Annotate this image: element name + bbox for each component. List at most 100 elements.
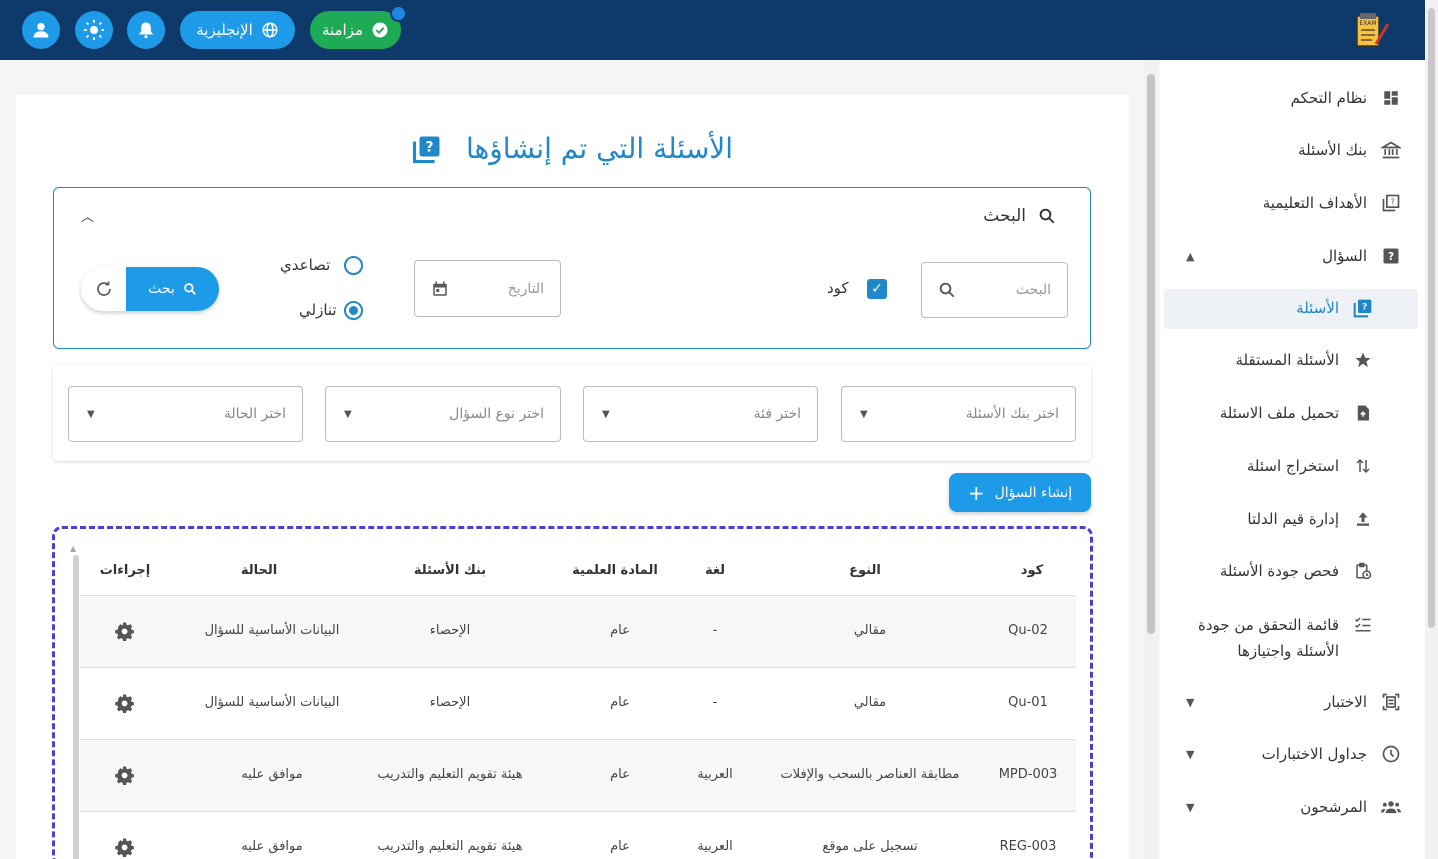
sidebar-item-quality-checklist[interactable]: قائمة التحقق من جودة الأسئلة واجتيازها bbox=[1180, 612, 1373, 664]
logo-text: EXAM bbox=[1359, 20, 1376, 27]
table-row[interactable]: Qu-01 مقالي - عام الإحصاء البيانات الأسا… bbox=[80, 667, 1076, 739]
sidebar-item-label: فحص جودة الأسئلة bbox=[1219, 562, 1339, 580]
create-question-label: إنشاء السؤال bbox=[994, 484, 1073, 501]
plus-icon: + bbox=[967, 480, 985, 505]
content-scrollbar[interactable] bbox=[1144, 60, 1158, 859]
sidebar: نظام التحكم بنك الأسئلة الأهداف التعليمي… bbox=[1160, 60, 1425, 859]
sidebar-item-question[interactable]: السؤال ? bbox=[1180, 246, 1401, 266]
cell-language: العربية bbox=[697, 767, 733, 782]
search-panel-header[interactable]: البحث bbox=[983, 206, 1056, 226]
table-row[interactable]: MPD-003 مطابقة العناصر بالسحب والإفلات ا… bbox=[80, 739, 1076, 811]
cell-language: - bbox=[712, 695, 718, 710]
clock-icon bbox=[1381, 744, 1401, 764]
table-row[interactable]: Qu-02 مقالي - عام الإحصاء البيانات الأسا… bbox=[80, 595, 1076, 667]
sidebar-item-label: الأسئلة المستقلة bbox=[1235, 351, 1339, 369]
sidebar-item-questions[interactable]: الأسئلة ? bbox=[1180, 298, 1373, 318]
sidebar-item-label: الاختبار bbox=[1324, 693, 1367, 711]
header-code[interactable]: كود bbox=[987, 563, 1077, 578]
settings-gear-icon[interactable] bbox=[115, 765, 135, 785]
dropdown-arrow-icon: ▼ bbox=[860, 408, 868, 420]
sidebar-item-objectives[interactable]: الأهداف التعليمية ? bbox=[1180, 193, 1401, 213]
language-button[interactable]: الإنجليزية bbox=[180, 11, 295, 49]
questions-icon: ? bbox=[1353, 298, 1373, 318]
sidebar-item-exam[interactable]: الاختبار bbox=[1180, 692, 1401, 712]
table-scrollbar[interactable] bbox=[73, 555, 79, 859]
theme-toggle-button[interactable] bbox=[75, 11, 113, 49]
search-icon bbox=[939, 282, 955, 298]
search-input[interactable]: البحث bbox=[921, 262, 1068, 318]
settings-gear-icon[interactable] bbox=[115, 837, 135, 857]
cell-question-bank: هيئة تقويم التعليم والتدريب bbox=[377, 767, 523, 782]
sidebar-item-exam-schedules[interactable]: جداول الاختبارات bbox=[1180, 744, 1401, 764]
settings-gear-icon[interactable] bbox=[115, 621, 135, 641]
date-field[interactable]: التاريخ bbox=[414, 260, 561, 317]
settings-gear-icon[interactable] bbox=[115, 693, 135, 713]
header-type[interactable]: النوع bbox=[780, 563, 950, 578]
descending-label: تنازلي bbox=[299, 301, 337, 319]
sidebar-item-delta-values[interactable]: إدارة قيم الدلتا bbox=[1180, 509, 1373, 529]
sidebar-item-label: السؤال bbox=[1322, 247, 1367, 265]
sync-button[interactable]: مزامنة bbox=[310, 5, 407, 49]
sun-icon bbox=[83, 19, 105, 41]
question-type-select[interactable]: ▼ اختر نوع السؤال bbox=[325, 386, 561, 442]
cell-type: تسجيل على موقع bbox=[822, 839, 918, 854]
sidebar-item-upload-questions[interactable]: تحميل ملف الاسئلة bbox=[1180, 403, 1373, 423]
questions-table: ▲ كود النوع لغة المادة العلمية بنك الأسئ… bbox=[52, 526, 1093, 859]
question-bank-select[interactable]: ▼ اختر بنك الأسئلة bbox=[841, 386, 1076, 442]
header-subject[interactable]: المادة العلمية bbox=[555, 563, 675, 578]
category-select[interactable]: ▼ اختر فئة bbox=[583, 386, 818, 442]
cell-subject: عام bbox=[610, 695, 630, 710]
page-scrollbar[interactable] bbox=[1425, 0, 1438, 859]
chevron-down-icon[interactable]: ▼ bbox=[1186, 696, 1194, 709]
header-status[interactable]: الحالة bbox=[179, 563, 339, 578]
scroll-up-icon[interactable]: ▲ bbox=[70, 544, 76, 553]
reset-button[interactable] bbox=[81, 267, 126, 311]
collapse-chevron-icon[interactable]: ︿ bbox=[81, 206, 94, 225]
cell-language: العربية bbox=[697, 839, 733, 854]
sidebar-item-quality-check[interactable]: فحص جودة الأسئلة bbox=[1180, 561, 1373, 581]
cell-status: موافق عليه bbox=[241, 839, 303, 854]
cell-code: Qu-01 bbox=[1008, 695, 1048, 710]
upload-file-icon bbox=[1353, 403, 1373, 423]
chevron-up-icon[interactable]: ▲ bbox=[1186, 250, 1194, 263]
header-question-bank[interactable]: بنك الأسئلة bbox=[370, 563, 530, 578]
cell-question-bank: الإحصاء bbox=[429, 695, 471, 710]
profile-button[interactable] bbox=[22, 11, 60, 49]
table-row[interactable]: REG-003 تسجيل على موقع العربية عام هيئة … bbox=[80, 811, 1076, 859]
globe-icon bbox=[262, 22, 278, 38]
exam-logo-icon: EXAM bbox=[1356, 13, 1390, 47]
notifications-button[interactable] bbox=[127, 11, 165, 49]
search-button[interactable]: بحث bbox=[126, 267, 219, 311]
sidebar-item-question-bank[interactable]: بنك الأسئلة bbox=[1180, 140, 1401, 160]
cell-type: مقالي bbox=[853, 695, 887, 710]
chevron-down-icon[interactable]: ▼ bbox=[1186, 801, 1194, 814]
sidebar-item-extract-questions[interactable]: استخراج اسئلة bbox=[1180, 456, 1373, 476]
scrollbar-thumb[interactable] bbox=[1147, 74, 1155, 634]
sync-status-dot bbox=[390, 5, 407, 22]
page-title-text: الأسئلة التي تم إنشاؤها bbox=[465, 132, 734, 165]
ascending-radio[interactable] bbox=[344, 256, 363, 275]
scrollbar-thumb[interactable] bbox=[1428, 8, 1435, 628]
sidebar-item-independent-questions[interactable]: الأسئلة المستقلة bbox=[1180, 350, 1373, 370]
code-checkbox-label: كود bbox=[827, 279, 849, 297]
calendar-icon bbox=[433, 281, 447, 296]
status-select[interactable]: ▼ اختر الحالة bbox=[68, 386, 303, 442]
code-checkbox[interactable]: ✓ bbox=[867, 279, 887, 299]
cell-status: البيانات الأساسية للسؤال bbox=[204, 623, 340, 638]
language-label: الإنجليزية bbox=[196, 21, 253, 39]
status-placeholder: اختر الحالة bbox=[223, 406, 286, 422]
search-button-label: بحث bbox=[148, 281, 175, 297]
sidebar-item-candidates[interactable]: المرشحون bbox=[1180, 797, 1401, 817]
svg-text:?: ? bbox=[1391, 198, 1395, 207]
descending-radio[interactable] bbox=[344, 301, 363, 320]
create-question-button[interactable]: + إنشاء السؤال bbox=[949, 473, 1091, 512]
chevron-down-icon[interactable]: ▼ bbox=[1186, 748, 1194, 761]
bank-icon bbox=[1381, 140, 1401, 160]
sidebar-item-dashboard[interactable]: نظام التحكم bbox=[1180, 88, 1401, 108]
cell-type: مطابقة العناصر بالسحب والإفلات bbox=[780, 767, 960, 782]
header-actions: إجراءات bbox=[99, 563, 151, 578]
sidebar-item-label: المرشحون bbox=[1300, 798, 1367, 816]
question-icon: ? bbox=[1381, 246, 1401, 266]
sidebar-item-label: الأسئلة bbox=[1296, 299, 1339, 317]
header-language[interactable]: لغة bbox=[680, 563, 750, 578]
